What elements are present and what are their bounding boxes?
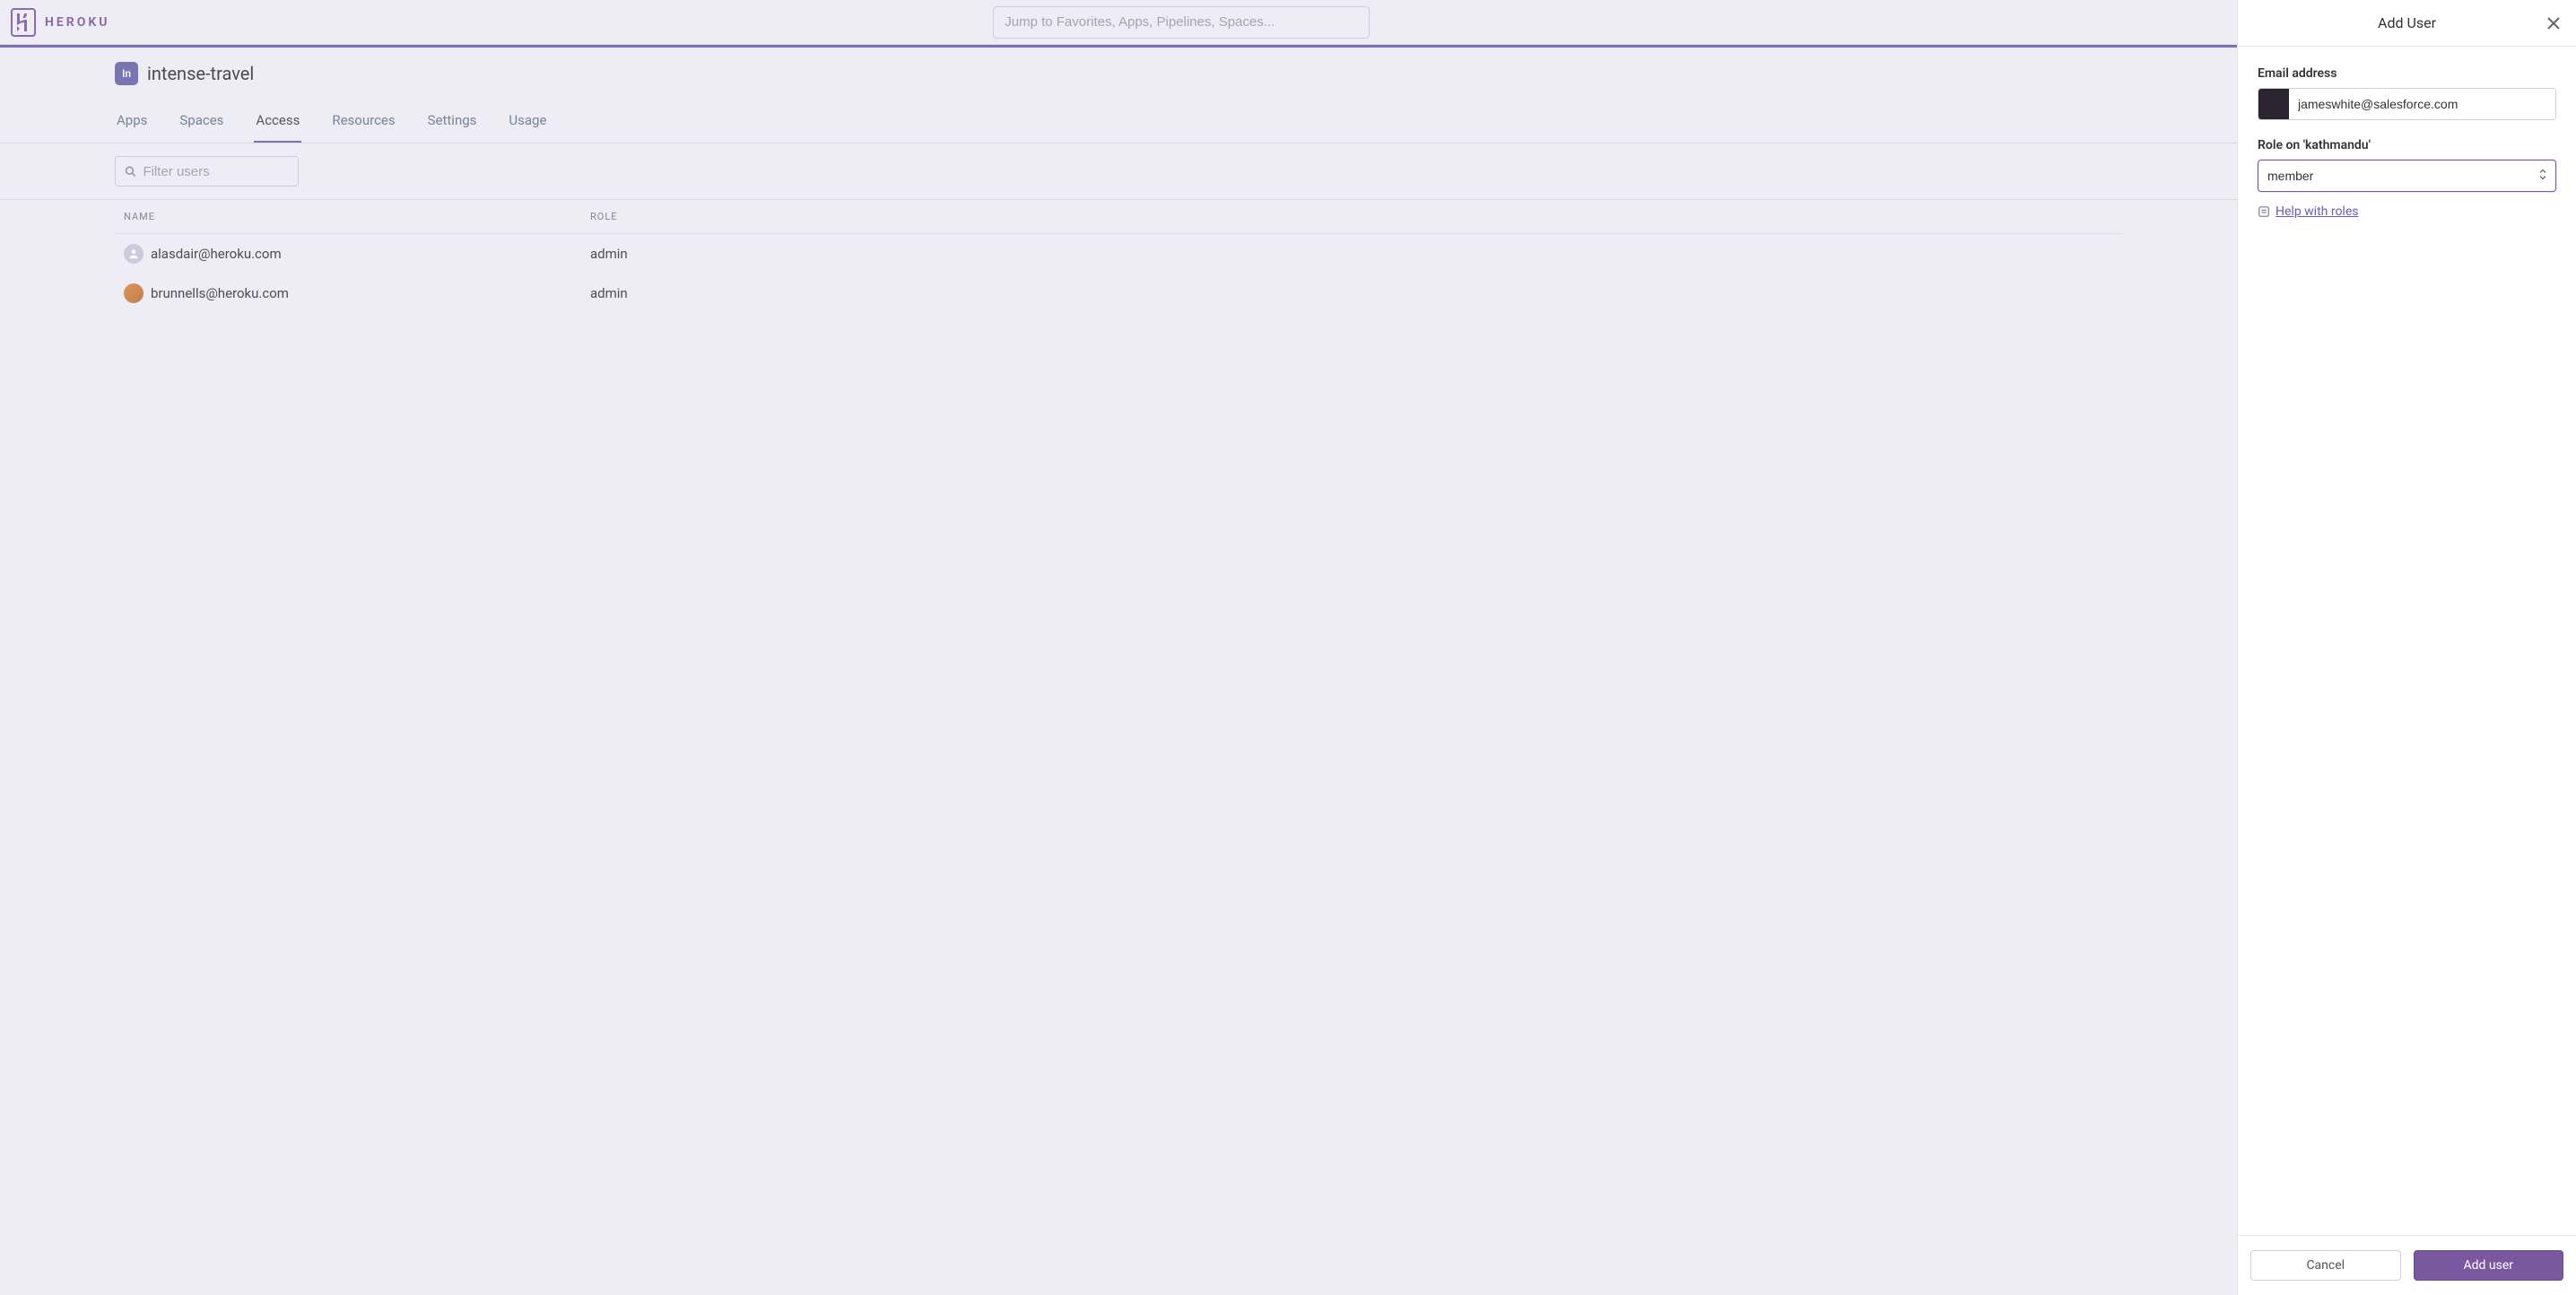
role-select[interactable]: member xyxy=(2258,160,2556,192)
global-search-input[interactable] xyxy=(993,6,1370,39)
panel-body: Email address Role on 'kathmandu' member… xyxy=(2238,47,2576,1235)
close-icon xyxy=(2547,17,2560,30)
column-name: NAME xyxy=(124,211,590,222)
cancel-button[interactable]: Cancel xyxy=(2250,1250,2401,1281)
close-button[interactable] xyxy=(2544,13,2563,33)
app-badge: In xyxy=(115,62,138,85)
heroku-logo[interactable]: HEROKU xyxy=(11,8,110,37)
column-role: ROLE xyxy=(590,211,2113,222)
help-icon xyxy=(2258,205,2270,218)
panel-title: Add User xyxy=(2378,14,2436,31)
help-link-row: Help with roles xyxy=(2258,204,2556,219)
page-header: In intense-travel xyxy=(0,48,2237,100)
help-with-roles-link[interactable]: Help with roles xyxy=(2276,204,2358,219)
avatar xyxy=(124,244,144,264)
tab-spaces[interactable]: Spaces xyxy=(178,100,225,143)
add-user-panel: Add User Email address Role on 'kathmand… xyxy=(2237,0,2576,1295)
user-role: admin xyxy=(590,285,2113,301)
search-icon xyxy=(125,165,135,178)
tab-usage[interactable]: Usage xyxy=(507,100,548,143)
user-email: brunnells@heroku.com xyxy=(151,285,289,301)
brand-name: HEROKU xyxy=(45,15,110,30)
email-input[interactable] xyxy=(2289,89,2555,119)
app-name: intense-travel xyxy=(147,63,254,84)
role-select-wrap: member xyxy=(2258,160,2556,192)
table-header: NAME ROLE xyxy=(115,200,2122,234)
add-user-button[interactable]: Add user xyxy=(2414,1250,2564,1281)
users-table: NAME ROLE alasdair@heroku.com admin brun… xyxy=(0,200,2237,313)
panel-footer: Cancel Add user xyxy=(2238,1235,2576,1295)
role-label: Role on 'kathmandu' xyxy=(2258,138,2556,152)
tab-resources[interactable]: Resources xyxy=(330,100,396,143)
app-main: HEROKU In intense-travel Apps Spaces Acc… xyxy=(0,0,2237,1295)
tab-settings[interactable]: Settings xyxy=(426,100,479,143)
filter-users-input[interactable] xyxy=(143,164,289,179)
tab-access[interactable]: Access xyxy=(254,100,301,143)
filter-row xyxy=(0,143,2237,200)
avatar xyxy=(124,283,144,303)
tab-apps[interactable]: Apps xyxy=(115,100,149,143)
topbar: HEROKU xyxy=(0,0,2237,45)
tabs: Apps Spaces Access Resources Settings Us… xyxy=(0,100,2237,143)
user-email: alasdair@heroku.com xyxy=(151,246,282,262)
search-wrap xyxy=(137,6,2226,39)
panel-header: Add User xyxy=(2238,0,2576,47)
table-row[interactable]: brunnells@heroku.com admin xyxy=(115,274,2122,313)
table-row[interactable]: alasdair@heroku.com admin xyxy=(115,234,2122,274)
heroku-logo-icon xyxy=(11,8,36,37)
email-input-wrap xyxy=(2258,88,2556,120)
user-role: admin xyxy=(590,246,2113,262)
email-label: Email address xyxy=(2258,66,2556,81)
email-avatar xyxy=(2258,89,2289,119)
filter-box xyxy=(115,156,299,187)
